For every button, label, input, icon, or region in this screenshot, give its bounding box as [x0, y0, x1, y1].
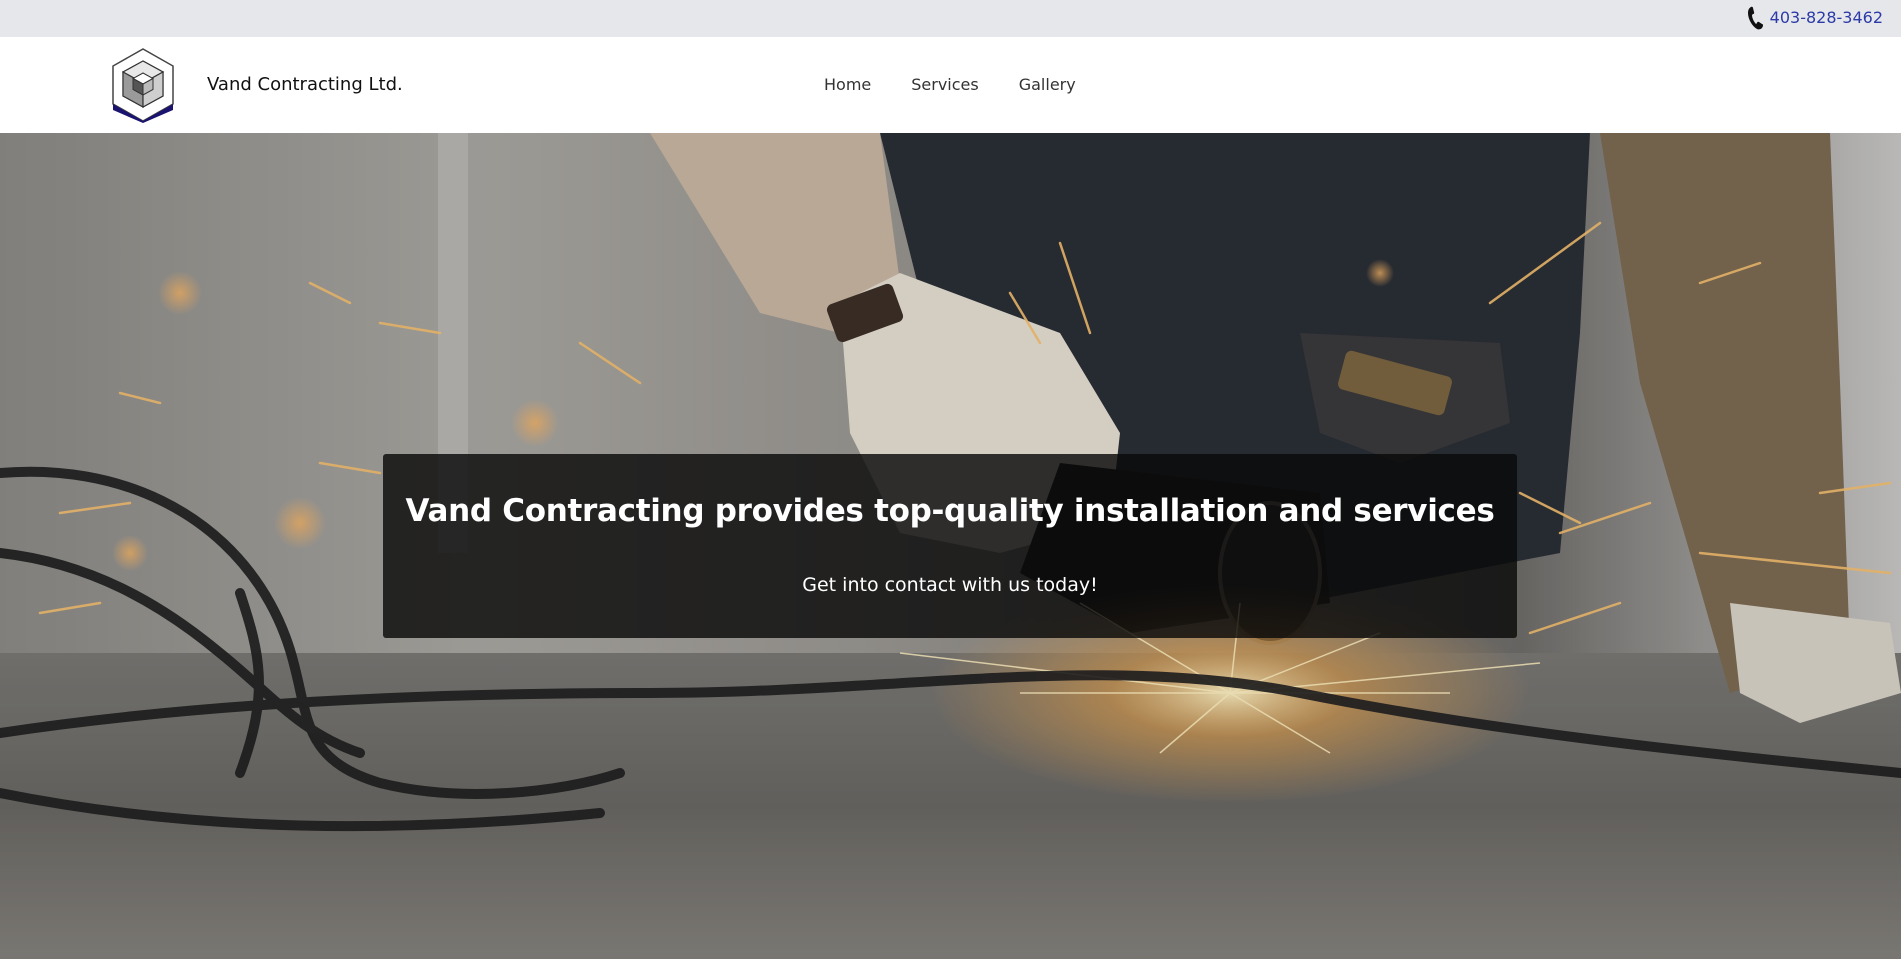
logo[interactable]: [110, 47, 176, 123]
hero-subtitle: Get into contact with us today!: [802, 574, 1098, 596]
brand-name: Vand Contracting Ltd.: [207, 74, 403, 95]
phone-link[interactable]: 403-828-3462: [1747, 6, 1883, 30]
nav-gallery[interactable]: Gallery: [999, 74, 1096, 96]
phone-number[interactable]: 403-828-3462: [1770, 6, 1883, 30]
main-nav: Home Services Gallery: [804, 74, 1096, 96]
cube-hexagon-logo-icon: [112, 48, 174, 123]
site-header: Vand Contracting Ltd. Home Services Gall…: [0, 37, 1901, 133]
phone-icon: [1747, 6, 1763, 30]
nav-home[interactable]: Home: [804, 74, 891, 96]
nav-services[interactable]: Services: [891, 74, 998, 96]
hero-title: Vand Contracting provides top-quality in…: [405, 493, 1495, 529]
top-bar: 403-828-3462: [0, 0, 1901, 37]
hero-section: Vand Contracting provides top-quality in…: [0, 133, 1901, 959]
hero-panel: Vand Contracting provides top-quality in…: [383, 454, 1517, 638]
